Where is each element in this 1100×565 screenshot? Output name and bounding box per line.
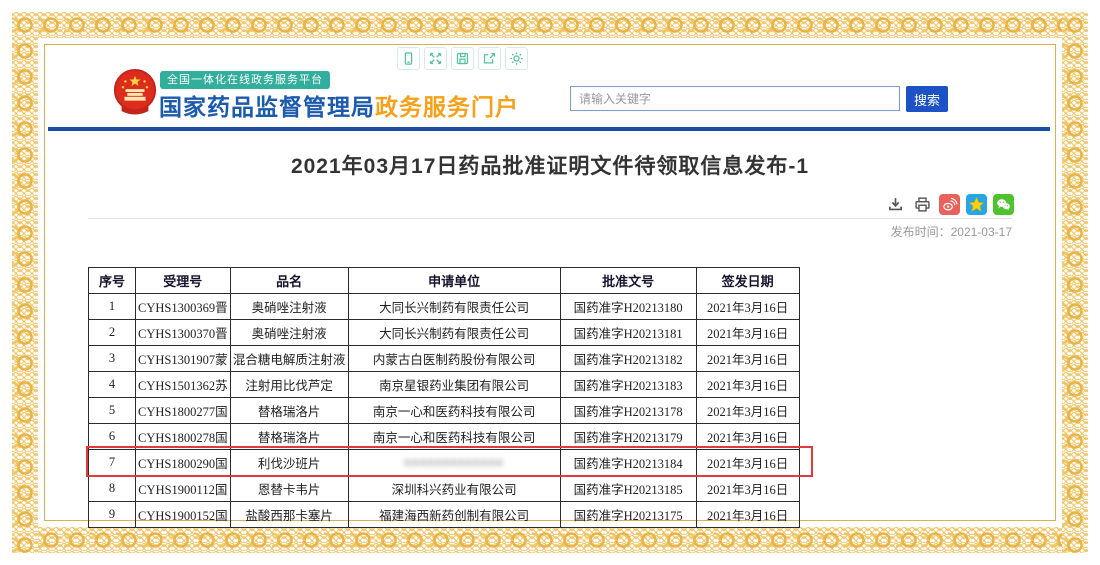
- col-header-applicant: 申请单位: [348, 268, 560, 294]
- wechat-share-icon[interactable]: [993, 194, 1014, 215]
- settings-icon[interactable]: [505, 47, 528, 70]
- table-row: 9CYHS1900152国盐酸西那卡塞片福建海西新药创制有限公司国药准字H202…: [89, 502, 800, 528]
- col-header-drug-name: 品名: [230, 268, 348, 294]
- article-actions: [885, 194, 1014, 215]
- site-title: 国家药品监督管理局政务服务门户: [159, 88, 519, 122]
- table-row: 2CYHS1300370晋奥硝唑注射液大同长兴制药有限责任公司国药准字H2021…: [89, 320, 800, 346]
- col-header-acceptance-no: 受理号: [136, 268, 231, 294]
- platform-badge: 全国一体化在线政务服务平台: [160, 71, 330, 89]
- save-icon[interactable]: [451, 47, 474, 70]
- publish-time: 发布时间：2021-03-17: [88, 223, 1012, 240]
- table-row: 6CYHS1800278国替格瑞洛片南京一心和医药科技有限公司国药准字H2021…: [89, 424, 800, 450]
- col-header-approval-no: 批准文号: [560, 268, 696, 294]
- table-row: 4CYHS1501362苏注射用比伐芦定南京星银药业集团有限公司国药准字H202…: [89, 372, 800, 398]
- col-header-index: 序号: [89, 268, 136, 294]
- table-row: 5CYHS1800277国替格瑞洛片南京一心和医药科技有限公司国药准字H2021…: [89, 398, 800, 424]
- fullscreen-icon[interactable]: [424, 47, 447, 70]
- national-emblem-logo: [112, 68, 158, 116]
- approval-table: 序号 受理号 品名 申请单位 批准文号 签发日期 1CYHS1300369晋奥硝…: [88, 267, 800, 528]
- share-icon[interactable]: [478, 47, 501, 70]
- table-row-highlighted: 7CYHS1800290国利伐沙班片 ■■■■■■■■■■■■■ 国药准字H20…: [89, 450, 800, 476]
- download-icon[interactable]: [885, 194, 906, 215]
- qzone-share-icon[interactable]: [966, 194, 987, 215]
- search-input[interactable]: [570, 86, 900, 111]
- accessibility-toolbar: [397, 47, 528, 70]
- mobile-icon[interactable]: [397, 47, 420, 70]
- gold-border-bottom: [12, 527, 1088, 553]
- table-header-row: 序号 受理号 品名 申请单位 批准文号 签发日期: [89, 268, 800, 294]
- print-icon[interactable]: [912, 194, 933, 215]
- table-row: 1CYHS1300369晋奥硝唑注射液大同长兴制药有限责任公司国药准字H2021…: [89, 294, 800, 320]
- gold-border-right: [1062, 12, 1088, 553]
- gold-border-left: [12, 12, 38, 553]
- table-row: 3CYHS1301907蒙混合糖电解质注射液内蒙古白医制药股份有限公司国药准字H…: [89, 346, 800, 372]
- page-title: 2021年03月17日药品批准证明文件待领取信息发布-1: [90, 150, 1010, 180]
- gold-border-top: [12, 12, 1088, 38]
- page: 全国一体化在线政务服务平台 国家药品监督管理局政务服务门户: [0, 0, 1100, 565]
- weibo-share-icon[interactable]: [939, 194, 960, 215]
- portal-suffix: 政务服务门户: [375, 94, 519, 120]
- blurred-text: ■■■■■■■■■■■■■: [404, 457, 503, 469]
- search-bar: 搜索: [570, 86, 948, 112]
- title-separator: [88, 218, 1012, 219]
- redacted-applicant-cell: ■■■■■■■■■■■■■: [348, 450, 560, 476]
- org-name: 国家药品监督管理局: [159, 94, 375, 120]
- table-row: 8CYHS1900112国恩替卡韦片深圳科兴药业有限公司国药准字H2021318…: [89, 476, 800, 502]
- header-divider: [48, 127, 1050, 131]
- col-header-issue-date: 签发日期: [696, 268, 799, 294]
- search-button[interactable]: 搜索: [906, 86, 948, 112]
